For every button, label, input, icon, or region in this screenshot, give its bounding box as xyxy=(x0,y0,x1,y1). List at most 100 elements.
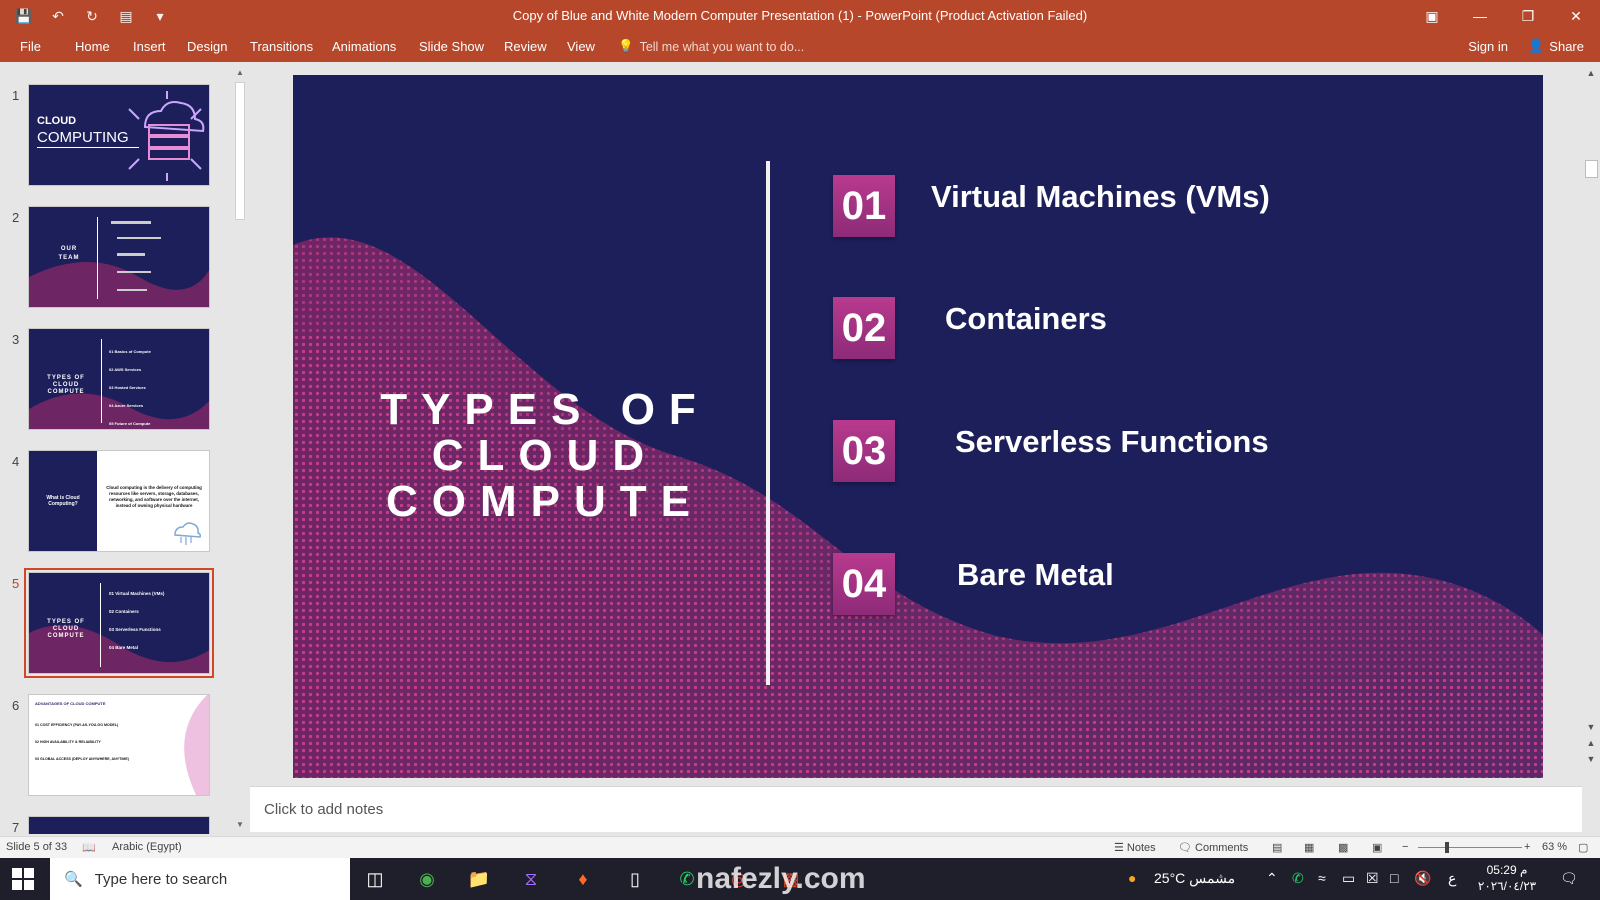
slide-title[interactable]: TYPES OF CLOUD COMPUTE xyxy=(335,387,755,525)
language-indicator[interactable]: Arabic (Egypt) xyxy=(112,841,182,853)
tab-view[interactable]: View xyxy=(567,39,595,54)
notes-toggle[interactable]: ☰ Notes xyxy=(1114,841,1156,854)
brave-browser-icon[interactable]: ♦ xyxy=(570,867,596,891)
slide-sorter-icon[interactable]: ▦ xyxy=(1304,841,1314,854)
item-label[interactable]: Serverless Functions xyxy=(955,424,1269,460)
item-label[interactable]: Containers xyxy=(945,301,1107,337)
zoom-out-icon[interactable]: − xyxy=(1402,841,1408,853)
edge-browser-icon[interactable]: ◉ xyxy=(414,867,440,891)
display-icon[interactable]: □ xyxy=(1390,870,1398,886)
tell-me-box[interactable]: 💡 Tell me what you want to do... xyxy=(618,39,804,54)
clock-time: 05:29 م xyxy=(1486,863,1528,877)
item-number-badge[interactable]: 02 xyxy=(833,297,895,359)
thumbnail-slide-6[interactable]: 6 ADVANTAGES OF CLOUD COMPUTE 01 COST EF… xyxy=(0,694,230,804)
ribbon-display-options-icon[interactable]: ▣ xyxy=(1408,0,1456,32)
weather-icon[interactable]: ● xyxy=(1128,870,1136,886)
thumbnail-slide-7[interactable]: 7 xyxy=(0,816,230,834)
weather-text[interactable]: 25°C مشمس xyxy=(1154,870,1235,887)
thumb-title-1: TYPES OF xyxy=(47,619,85,625)
thumb-header: ADVANTAGES OF CLOUD COMPUTE xyxy=(35,701,106,706)
clock[interactable]: 05:29 م ٢٠٢٦/٠٤/٢٣ xyxy=(1470,862,1544,894)
minimize-button[interactable]: — xyxy=(1456,0,1504,32)
zoom-in-icon[interactable]: + xyxy=(1524,841,1530,853)
scroll-down-icon[interactable]: ▼ xyxy=(235,820,245,830)
item-label[interactable]: Bare Metal xyxy=(957,557,1114,593)
file-explorer-icon[interactable]: 📁 xyxy=(466,867,492,891)
item-number-badge[interactable]: 04 xyxy=(833,553,895,615)
notifications-icon[interactable]: 🗨 xyxy=(1560,870,1578,887)
thumbnail-image[interactable]: CLOUD COMPUTING xyxy=(28,84,210,186)
show-hidden-icons[interactable]: ⌃ xyxy=(1266,870,1278,887)
next-slide-icon[interactable]: ▼ xyxy=(1585,754,1597,764)
close-button[interactable]: ✕ xyxy=(1552,0,1600,32)
thumb-title-3: COMPUTE xyxy=(47,633,85,639)
thumbnail-slide-1[interactable]: 1 CLOUD COMPUTING xyxy=(0,84,230,194)
fit-slide-icon[interactable]: ▢ xyxy=(1578,841,1588,854)
current-slide[interactable]: TYPES OF CLOUD COMPUTE 01 Virtual Machin… xyxy=(293,75,1543,778)
tab-design[interactable]: Design xyxy=(187,39,227,54)
customize-toolbar-icon[interactable]: ▾ xyxy=(150,6,170,26)
thumb-title-2: COMPUTING xyxy=(37,129,129,146)
start-from-beginning-icon[interactable]: ▤ xyxy=(116,6,136,26)
thumbnail-scrollbar[interactable]: ▲ ▼ xyxy=(233,66,247,832)
scroll-down-icon[interactable]: ▼ xyxy=(1585,722,1597,732)
item-number-badge[interactable]: 03 xyxy=(833,420,895,482)
share-button[interactable]: 👤 Share xyxy=(1528,38,1584,54)
input-language[interactable]: ع xyxy=(1448,870,1456,887)
thumbnail-slide-3[interactable]: 3 TYPES OF CLOUD COMPUTE 01 Basics of Co… xyxy=(0,328,230,438)
zoom-level[interactable]: 63 % xyxy=(1542,841,1567,853)
thumbnail-image[interactable]: ADVANTAGES OF CLOUD COMPUTE 01 COST EFFI… xyxy=(28,694,210,796)
task-view-icon[interactable]: ◫ xyxy=(362,867,388,891)
windows-start-icon[interactable] xyxy=(12,868,34,890)
wifi-icon[interactable]: ≈ xyxy=(1318,870,1326,886)
restore-button[interactable]: ❐ xyxy=(1504,0,1552,32)
thumbnail-image[interactable]: TYPES OF CLOUD COMPUTE 01 Virtual Machin… xyxy=(24,568,214,678)
thumbnail-slide-4[interactable]: 4 What is Cloud Computing? Cloud computi… xyxy=(0,450,230,560)
notepad-icon[interactable]: ▯ xyxy=(622,867,648,891)
ribbon-tabs: File Home Insert Design Transitions Anim… xyxy=(0,32,1600,62)
tab-transitions[interactable]: Transitions xyxy=(250,39,313,54)
taskbar-search-box[interactable]: 🔍 Type here to search xyxy=(50,858,350,900)
thumbnail-image[interactable]: What is Cloud Computing? Cloud computing… xyxy=(28,450,210,552)
undo-icon[interactable]: ↶ xyxy=(48,6,68,26)
slide-scrollbar[interactable]: ▲ ▼ ▲ ▼ xyxy=(1582,66,1600,766)
tab-review[interactable]: Review xyxy=(504,39,547,54)
scroll-up-icon[interactable]: ▲ xyxy=(1585,68,1597,78)
comments-toggle[interactable]: 🗨 Comments xyxy=(1178,841,1248,854)
scroll-up-icon[interactable]: ▲ xyxy=(235,68,245,78)
normal-view-icon[interactable]: ▤ xyxy=(1272,841,1282,854)
search-icon: 🔍 xyxy=(64,871,83,888)
visual-studio-icon[interactable]: ⧖ xyxy=(518,867,544,891)
slide-counter: Slide 5 of 33 xyxy=(6,841,68,853)
tab-insert[interactable]: Insert xyxy=(133,39,166,54)
redo-icon[interactable]: ↻ xyxy=(82,6,102,26)
thumbnail-slide-2[interactable]: 2 OUR TEAM xyxy=(0,206,230,316)
zoom-slider-thumb[interactable] xyxy=(1445,842,1449,853)
save-icon[interactable]: 💾 xyxy=(14,6,34,26)
volume-icon[interactable]: 🔇 xyxy=(1414,870,1431,887)
network-icon[interactable]: ☒ xyxy=(1366,870,1379,887)
reading-view-icon[interactable]: ▩ xyxy=(1338,841,1348,854)
scrollbar-thumb[interactable] xyxy=(1585,160,1598,178)
quick-access-toolbar: 💾 ↶ ↻ ▤ ▾ xyxy=(14,6,170,26)
spell-check-icon[interactable]: 📖 xyxy=(82,841,96,854)
previous-slide-icon[interactable]: ▲ xyxy=(1585,738,1597,748)
tab-animations[interactable]: Animations xyxy=(332,39,396,54)
thumbnail-image[interactable] xyxy=(28,816,210,834)
window-title: Copy of Blue and White Modern Computer P… xyxy=(512,8,1088,23)
thumbnail-image[interactable]: OUR TEAM xyxy=(28,206,210,308)
sign-in-link[interactable]: Sign in xyxy=(1468,39,1508,54)
zoom-slider[interactable] xyxy=(1418,847,1522,848)
battery-icon[interactable]: ▭ xyxy=(1342,870,1355,887)
thumbnail-image[interactable]: TYPES OF CLOUD COMPUTE 01 Basics of Comp… xyxy=(28,328,210,430)
tab-slide-show[interactable]: Slide Show xyxy=(419,39,484,54)
item-label[interactable]: Virtual Machines (VMs) xyxy=(931,179,1270,215)
slideshow-icon[interactable]: ▣ xyxy=(1372,841,1382,854)
thumbnail-slide-5[interactable]: 5 TYPES OF CLOUD COMPUTE 01 Virtual Mach… xyxy=(0,568,230,682)
item-number-badge[interactable]: 01 xyxy=(833,175,895,237)
tab-home[interactable]: Home xyxy=(75,39,110,54)
whatsapp-tray-icon[interactable]: ✆ xyxy=(1292,870,1304,887)
scrollbar-thumb[interactable] xyxy=(235,82,245,220)
tab-file[interactable]: File xyxy=(20,39,41,54)
notes-pane[interactable]: Click to add notes xyxy=(250,786,1582,832)
